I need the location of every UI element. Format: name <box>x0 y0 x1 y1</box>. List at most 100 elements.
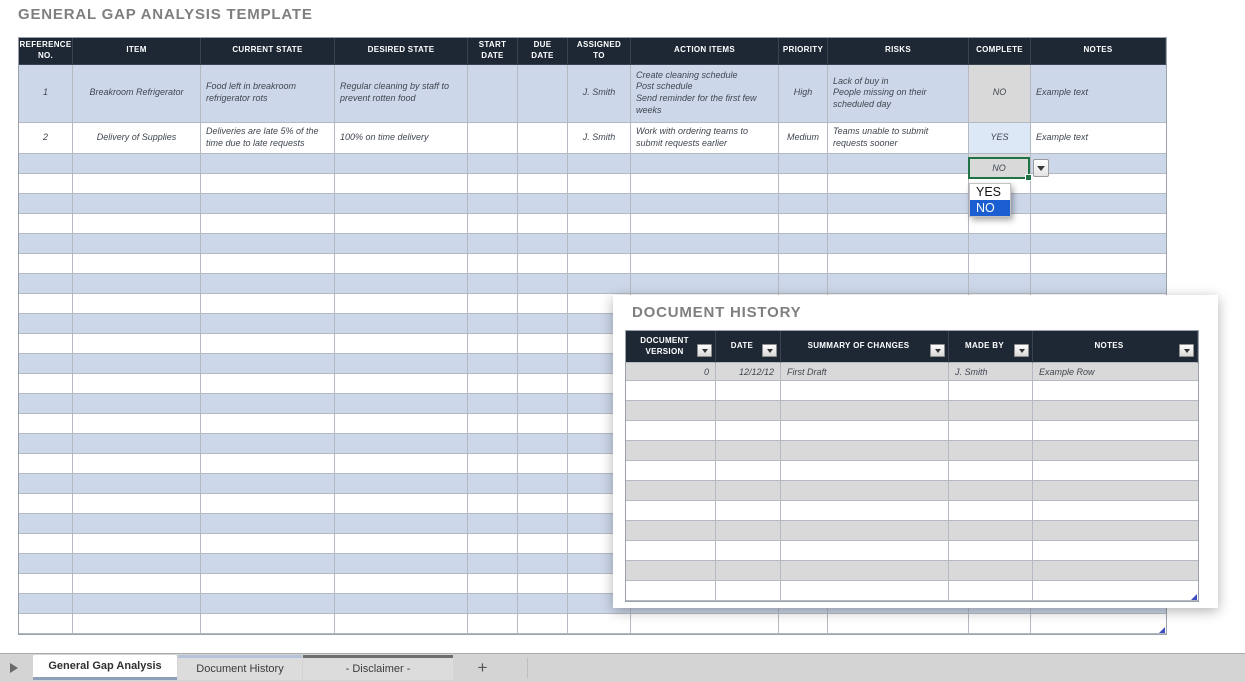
gap-cell[interactable]: High <box>779 65 828 123</box>
gap-cell[interactable] <box>779 194 828 214</box>
gap-cell[interactable] <box>468 454 518 474</box>
gap-cell[interactable] <box>19 294 73 314</box>
filter-dropdown-button[interactable] <box>697 344 712 357</box>
doc-cell[interactable] <box>1033 501 1198 521</box>
gap-cell[interactable] <box>335 534 468 554</box>
gap-cell[interactable] <box>335 214 468 234</box>
gap-cell[interactable] <box>73 554 201 574</box>
gap-cell[interactable]: 2 <box>19 123 73 154</box>
gap-cell[interactable] <box>1031 214 1166 234</box>
gap-cell[interactable]: Create cleaning schedule Post schedule S… <box>631 65 779 123</box>
gap-cell[interactable] <box>779 614 828 634</box>
gap-cell[interactable] <box>828 274 969 294</box>
gap-cell[interactable] <box>19 274 73 294</box>
doc-cell[interactable] <box>949 501 1033 521</box>
gap-cell[interactable] <box>73 614 201 634</box>
doc-cell[interactable] <box>626 581 716 601</box>
doc-cell[interactable] <box>1033 421 1198 441</box>
gap-cell[interactable] <box>19 174 73 194</box>
gap-header-cell[interactable]: REFERENCE NO. <box>19 38 73 65</box>
gap-header-cell[interactable]: START DATE <box>468 38 518 65</box>
gap-cell[interactable] <box>19 474 73 494</box>
gap-cell[interactable] <box>201 494 335 514</box>
gap-cell[interactable] <box>468 174 518 194</box>
gap-cell[interactable] <box>201 294 335 314</box>
gap-cell[interactable] <box>631 174 779 194</box>
gap-cell[interactable] <box>335 274 468 294</box>
gap-cell[interactable]: Teams unable to submit requests sooner <box>828 123 969 154</box>
doc-cell[interactable] <box>781 581 949 601</box>
gap-cell[interactable] <box>828 154 969 174</box>
gap-cell[interactable] <box>201 254 335 274</box>
gap-cell[interactable] <box>73 454 201 474</box>
gap-cell[interactable] <box>73 534 201 554</box>
gap-cell[interactable] <box>568 234 631 254</box>
doc-cell[interactable] <box>716 561 781 581</box>
doc-cell[interactable] <box>949 461 1033 481</box>
gap-cell[interactable] <box>468 234 518 254</box>
gap-cell[interactable] <box>201 354 335 374</box>
gap-cell[interactable] <box>828 174 969 194</box>
gap-cell[interactable]: Work with ordering teams to submit reque… <box>631 123 779 154</box>
gap-cell[interactable] <box>828 194 969 214</box>
gap-cell[interactable] <box>73 154 201 174</box>
gap-cell[interactable] <box>201 534 335 554</box>
doc-cell[interactable] <box>716 581 781 601</box>
gap-cell[interactable] <box>73 214 201 234</box>
gap-cell[interactable] <box>73 254 201 274</box>
doc-cell[interactable] <box>716 441 781 461</box>
gap-cell[interactable] <box>201 454 335 474</box>
gap-cell[interactable] <box>19 154 73 174</box>
doc-cell[interactable] <box>1033 581 1198 601</box>
gap-cell[interactable] <box>518 123 568 154</box>
gap-cell[interactable] <box>568 614 631 634</box>
gap-cell[interactable] <box>1031 154 1166 174</box>
gap-cell[interactable] <box>19 334 73 354</box>
gap-cell[interactable] <box>73 434 201 454</box>
gap-cell[interactable] <box>969 614 1031 634</box>
gap-cell[interactable] <box>518 434 568 454</box>
gap-cell[interactable] <box>201 614 335 634</box>
gap-cell[interactable] <box>73 174 201 194</box>
doc-cell[interactable] <box>716 521 781 541</box>
gap-cell[interactable] <box>201 334 335 354</box>
sheet-nav-arrow-icon[interactable] <box>10 663 18 673</box>
doc-header-cell[interactable]: DOCUMENT VERSION <box>626 331 716 363</box>
gap-cell[interactable] <box>518 354 568 374</box>
gap-cell[interactable] <box>19 374 73 394</box>
doc-cell[interactable] <box>1033 441 1198 461</box>
gap-cell[interactable] <box>335 334 468 354</box>
gap-cell[interactable] <box>779 154 828 174</box>
gap-cell[interactable] <box>468 194 518 214</box>
doc-cell[interactable] <box>626 521 716 541</box>
doc-cell[interactable] <box>1033 401 1198 421</box>
gap-cell[interactable] <box>335 194 468 214</box>
gap-cell[interactable]: Deliveries are late 5% of the time due t… <box>201 123 335 154</box>
gap-cell[interactable] <box>73 194 201 214</box>
gap-cell[interactable] <box>1031 614 1166 634</box>
filter-dropdown-button[interactable] <box>1014 344 1029 357</box>
doc-cell[interactable] <box>1033 521 1198 541</box>
doc-cell[interactable] <box>716 421 781 441</box>
gap-cell[interactable]: 1 <box>19 65 73 123</box>
doc-cell[interactable] <box>781 541 949 561</box>
gap-cell[interactable] <box>1031 274 1166 294</box>
gap-cell[interactable]: YES <box>969 123 1031 154</box>
gap-header-cell[interactable]: RISKS <box>828 38 969 65</box>
gap-cell[interactable] <box>201 214 335 234</box>
gap-cell[interactable] <box>1031 194 1166 214</box>
doc-cell[interactable] <box>781 481 949 501</box>
doc-cell[interactable] <box>781 501 949 521</box>
gap-cell[interactable] <box>73 374 201 394</box>
gap-cell[interactable] <box>468 494 518 514</box>
gap-cell[interactable] <box>518 454 568 474</box>
gap-cell[interactable] <box>201 514 335 534</box>
gap-cell[interactable]: 100% on time delivery <box>335 123 468 154</box>
gap-cell[interactable] <box>335 234 468 254</box>
gap-cell[interactable] <box>73 274 201 294</box>
gap-cell[interactable] <box>518 234 568 254</box>
gap-cell[interactable]: J. Smith <box>568 123 631 154</box>
gap-cell[interactable] <box>969 234 1031 254</box>
doc-header-cell[interactable]: SUMMARY OF CHANGES <box>781 331 949 363</box>
gap-cell[interactable] <box>828 214 969 234</box>
